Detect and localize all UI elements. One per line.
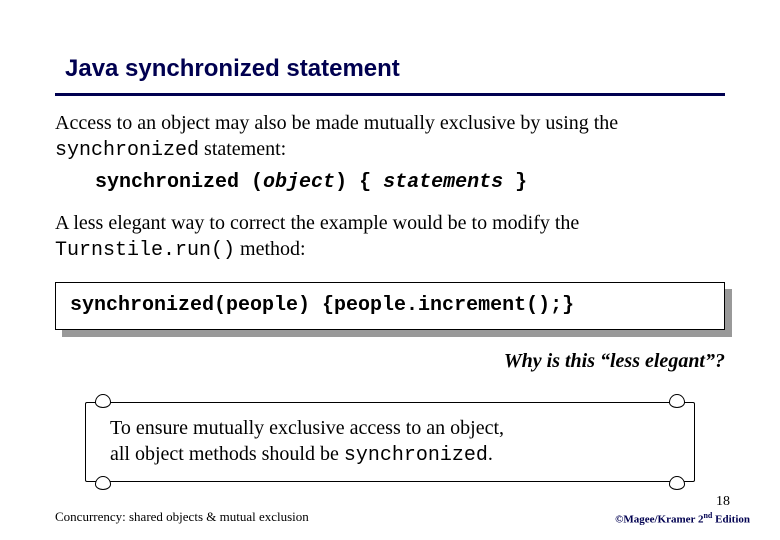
syntax-paren2: ) [335,171,347,194]
title-rule [55,93,725,96]
footer: Concurrency: shared objects & mutual exc… [55,508,750,526]
code-box: synchronized(people) {people.increment()… [55,282,725,330]
scroll-line2a: all object methods should be [110,443,344,465]
syntax-object: object [263,171,335,194]
credit-a: ©Magee/Kramer [615,514,698,526]
p1-text-a: Access to an object may also be made mut… [55,112,618,134]
scroll-line1: To ensure mutually exclusive access to a… [110,417,504,439]
question-text: Why is this “less elegant”? [55,348,725,374]
code-box-content: synchronized(people) {people.increment()… [55,282,725,330]
scroll-content: To ensure mutually exclusive access to a… [85,402,695,482]
page-number: 18 [716,494,730,510]
p2-text-b: method: [235,238,306,260]
p1-text-b: statement: [199,138,286,160]
content-area: Access to an object may also be made mut… [55,110,725,482]
paragraph-2: A less elegant way to correct the exampl… [55,210,725,264]
credit-c: Edition [712,514,750,526]
footer-credit: ©Magee/Kramer 2nd Edition [615,511,750,526]
syntax-paren1: ( [251,171,263,194]
scroll-callout: To ensure mutually exclusive access to a… [85,402,695,482]
syntax-brace2: } [503,171,527,194]
syntax-brace1: { [347,171,383,194]
syntax-stmts: statements [383,171,503,194]
syntax-line: synchronized (object) { statements } [95,168,725,196]
p2-text-a: A less elegant way to correct the exampl… [55,212,579,234]
slide-title: Java synchronized statement [65,55,725,89]
scroll-knob-icon [95,476,111,490]
scroll-line2c: . [488,443,493,465]
footer-topic: Concurrency: shared objects & mutual exc… [55,509,309,524]
syntax-kw: synchronized [95,171,251,194]
scroll-knob-icon [669,394,685,408]
scroll-kw: synchronized [344,444,488,467]
p1-keyword: synchronized [55,139,199,162]
p2-code: Turnstile.run() [55,239,235,262]
scroll-knob-icon [95,394,111,408]
paragraph-1: Access to an object may also be made mut… [55,110,725,196]
scroll-knob-icon [669,476,685,490]
